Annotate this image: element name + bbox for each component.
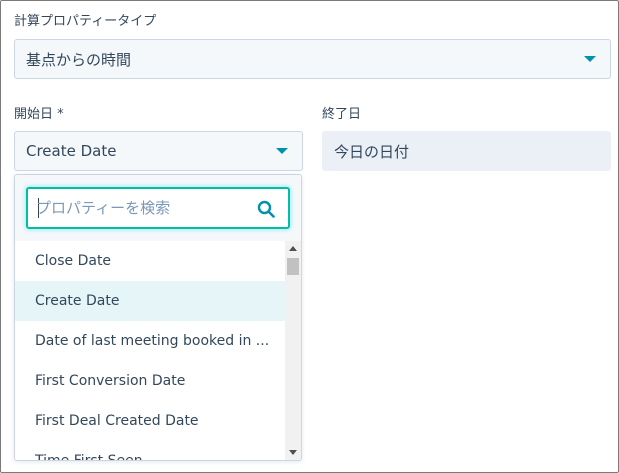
chevron-down-icon (276, 148, 288, 154)
property-dropdown: Close Date Create Date Date of last meet… (14, 174, 302, 461)
search-area (15, 175, 301, 241)
list-item[interactable]: Create Date (15, 281, 285, 321)
start-date-select[interactable]: Create Date (14, 131, 303, 171)
start-date-value: Create Date (26, 142, 117, 160)
end-date-label: 終了日 (322, 107, 362, 122)
property-list: Close Date Create Date Date of last meet… (15, 241, 285, 460)
scroll-up-icon[interactable] (289, 246, 297, 251)
list-item[interactable]: Time First Seen (15, 441, 285, 460)
list-item[interactable]: Close Date (15, 241, 285, 281)
calc-type-label: 計算プロパティータイプ (14, 14, 157, 29)
list-item[interactable]: Date of last meeting booked in ... (15, 321, 285, 361)
start-date-label: 開始日 * (14, 107, 64, 122)
scrollbar-thumb[interactable] (287, 258, 299, 275)
scroll-down-icon[interactable] (289, 450, 297, 455)
search-box[interactable] (26, 187, 290, 229)
calc-type-select[interactable]: 基点からの時間 (14, 39, 611, 79)
chevron-down-icon (584, 56, 596, 62)
end-date-value: 今日の日付 (334, 142, 410, 161)
form-panel: 計算プロパティータイプ 基点からの時間 開始日 * Create Date 終了… (0, 0, 619, 473)
search-icon[interactable] (257, 200, 275, 218)
property-search-input[interactable] (36, 197, 246, 219)
end-date-field: 今日の日付 (322, 131, 611, 171)
list-scrollbar[interactable] (285, 241, 301, 460)
list-item[interactable]: First Conversion Date (15, 361, 285, 401)
calc-type-value: 基点からの時間 (26, 50, 132, 69)
list-item[interactable]: First Deal Created Date (15, 401, 285, 441)
